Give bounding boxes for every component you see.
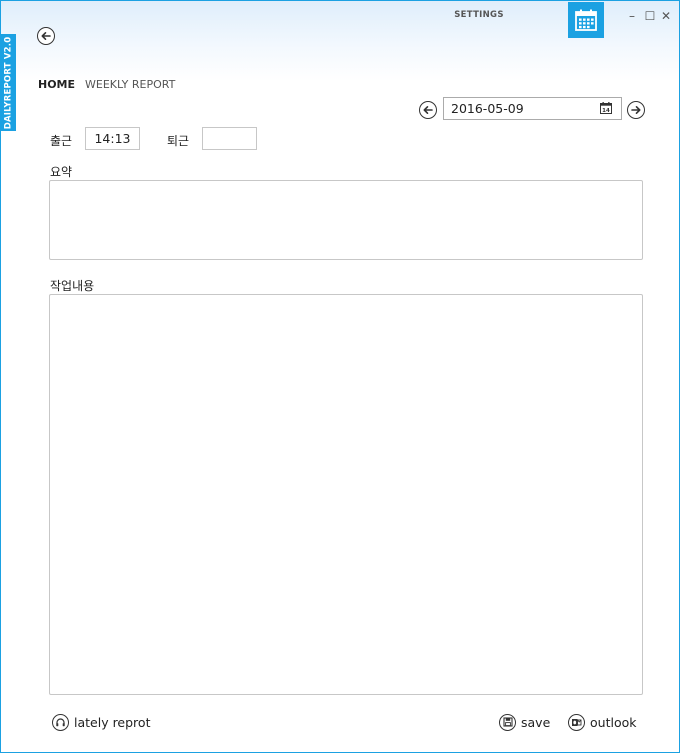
save-icon: [499, 713, 516, 731]
calendar-day-number: 14: [602, 108, 610, 114]
date-value: 2016-05-09: [451, 101, 524, 116]
summary-textarea[interactable]: [49, 180, 643, 260]
headset-icon: [52, 713, 69, 731]
lately-report-button[interactable]: lately reprot: [52, 712, 150, 732]
left-arrow-icon: [423, 106, 433, 114]
date-calendar-icon[interactable]: 14: [600, 102, 612, 114]
outlook-button[interactable]: outlook: [568, 712, 636, 732]
save-button[interactable]: save: [499, 712, 550, 732]
next-date-button[interactable]: [627, 101, 645, 119]
back-button[interactable]: [37, 27, 55, 45]
settings-link[interactable]: SETTINGS: [441, 10, 517, 20]
right-arrow-icon: [631, 106, 641, 114]
clock-out-label: 퇴근: [167, 134, 190, 148]
maximize-button[interactable]: ☐: [643, 9, 657, 23]
outlook-label: outlook: [590, 714, 637, 730]
work-content-textarea[interactable]: [49, 294, 643, 695]
save-label: save: [521, 714, 551, 730]
previous-date-button[interactable]: [419, 101, 437, 119]
minimize-button[interactable]: –: [625, 9, 639, 23]
clock-out-field[interactable]: [202, 127, 257, 150]
lately-report-label: lately reprot: [74, 714, 151, 730]
app-name-label: DAILYREPORT V2.0: [3, 36, 14, 129]
back-arrow-icon: [41, 31, 51, 40]
date-picker[interactable]: 2016-05-09 14: [443, 97, 622, 120]
app-name-tab: DAILYREPORT V2.0: [1, 34, 16, 131]
work-content-label: 작업내용: [50, 279, 95, 293]
outlook-icon: [568, 713, 585, 731]
tab-weekly-report[interactable]: WEEKLY REPORT: [85, 78, 175, 91]
clock-in-field[interactable]: 14:13: [85, 127, 140, 150]
calendar-icon: [575, 9, 597, 31]
summary-label: 요약: [50, 165, 73, 179]
calendar-tile[interactable]: [568, 2, 604, 38]
close-button[interactable]: ✕: [659, 9, 673, 23]
main-window: DAILYREPORT V2.0 SETTINGS – ☐ ✕ HOME WEE…: [0, 0, 680, 753]
tab-home[interactable]: HOME: [38, 78, 75, 91]
clock-in-label: 출근: [50, 134, 73, 148]
